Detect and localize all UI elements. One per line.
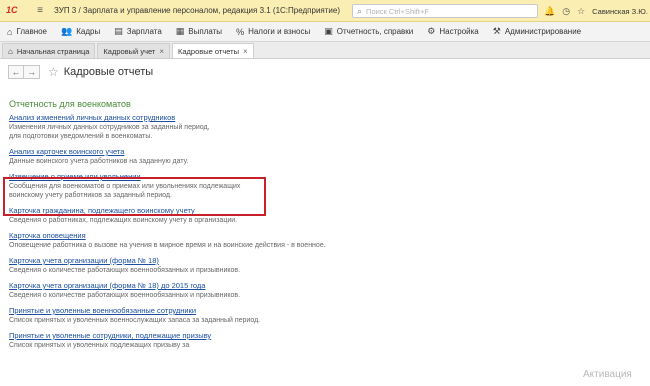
tab-home[interactable]: ⌂ Начальная страница — [2, 43, 96, 58]
report-description: Сведения о количестве работающих военноо… — [9, 292, 241, 299]
menu-item[interactable]: % Налоги и взносы — [229, 27, 317, 37]
menu-item[interactable]: ⚙ Настройка — [420, 26, 485, 37]
user-name[interactable]: Савинская З.Ю. (Сис — [592, 7, 650, 16]
report-item: Принятые и уволенные сотрудники, подлежа… — [9, 331, 609, 350]
report-link[interactable]: Карточка учета организации (форма № 18) … — [9, 281, 609, 291]
close-icon[interactable]: × — [159, 47, 164, 56]
report-link[interactable]: Карточка оповещения — [9, 231, 609, 241]
menu-item[interactable]: 👥 Кадры — [54, 26, 107, 37]
money-icon: ▤ — [114, 26, 123, 36]
percent-icon: % — [236, 26, 245, 37]
menu-item-label: Кадры — [76, 27, 101, 36]
tab-label: Кадровый учет — [103, 46, 156, 56]
forward-button[interactable]: → — [24, 65, 40, 79]
menu-item-label: Администрирование — [504, 27, 582, 36]
tools-icon: ⚒ — [492, 26, 501, 36]
menu-item[interactable]: ▤ Зарплата — [107, 26, 169, 37]
home-icon: ⌂ — [8, 46, 13, 56]
group-title: Отчетность для военкоматов — [9, 99, 131, 109]
menu-item[interactable]: ▦ Выплаты — [169, 26, 229, 37]
activation-watermark: Активация — [583, 369, 632, 380]
menu-icon[interactable]: ≡ — [34, 5, 46, 16]
tab-bar: ⌂ Начальная страница Кадровый учет × Кад… — [0, 42, 650, 59]
close-icon[interactable]: × — [243, 47, 248, 56]
title-bar: 1С ≡ ЗУП 3 / Зарплата и управление персо… — [0, 0, 650, 22]
search-placeholder: Поиск Ctrl+Shift+F — [366, 6, 429, 16]
report-list: Отчетность для военкоматов Анализ измене… — [9, 99, 609, 356]
page-header: ← → ☆ Кадровые отчеты — [8, 64, 153, 80]
tab-label: Начальная страница — [16, 46, 90, 56]
menu-item[interactable]: ⌂ Главное — [0, 27, 54, 37]
tab-hr-accounting[interactable]: Кадровый учет × — [97, 43, 171, 58]
gear-icon: ⚙ — [427, 26, 436, 36]
report-description: Изменения личных данных сотрудников за з… — [9, 124, 210, 140]
report-description: Список принятых и уволенных военнослужащ… — [9, 317, 261, 324]
report-link[interactable]: Карточка учета организации (форма № 18) — [9, 256, 609, 266]
report-description: Сведения о работниках, подлежащих воинск… — [9, 217, 238, 224]
report-item: Анализ карточек воинского учета Данные во… — [9, 147, 609, 166]
search-icon: ⌕ — [357, 5, 363, 16]
payout-icon: ▦ — [175, 26, 185, 36]
report-description: Сведения о количестве работающих военноо… — [9, 267, 241, 274]
menu-item-label: Настройка — [439, 27, 479, 36]
report-description: Оповещение работника о вызове на учения … — [9, 242, 326, 249]
report-description: Список принятых и уволенных подлежащих п… — [9, 342, 190, 349]
favorite-star-icon[interactable]: ☆ — [48, 65, 59, 79]
report-link[interactable]: Анализ карточек воинского учета — [9, 147, 609, 157]
tab-label: Кадровые отчеты — [178, 46, 240, 56]
search-input[interactable]: ⌕ Поиск Ctrl+Shift+F — [352, 4, 538, 18]
home-icon: ⌂ — [7, 26, 13, 37]
report-item: Карточка оповещения Оповещение работника … — [9, 231, 609, 250]
people-icon: 👥 — [61, 26, 73, 36]
report-item: Карточка учета организации (форма № 18) С… — [9, 256, 609, 275]
menu-item-label: Главное — [16, 27, 48, 36]
report-item: Карточка учета организации (форма № 18) … — [9, 281, 609, 300]
report-link[interactable]: Принятые и уволенные военнообязанные сот… — [9, 306, 609, 316]
report-link[interactable]: Анализ изменений личных данных сотрудник… — [9, 113, 609, 123]
reports-icon: ▣ — [324, 26, 333, 36]
menu-item[interactable]: ⚒ Администрирование — [486, 26, 588, 37]
star-icon[interactable]: ☆ — [577, 6, 585, 17]
section-menu: ⌂ Главное 👥 Кадры ▤ Зарплата ▦ Выплаты% Налоги и… — [0, 22, 650, 42]
highlight-frame — [3, 177, 266, 216]
back-button[interactable]: ← — [8, 65, 24, 79]
1c-logo: 1С — [6, 4, 18, 15]
report-description: Данные воинского учета работников на зад… — [9, 158, 189, 165]
bell-icon[interactable]: 🔔 — [544, 6, 555, 17]
menu-item[interactable]: ▣ Отчетность, справки — [317, 26, 420, 37]
menu-item-label: Зарплата — [126, 27, 162, 36]
app-title: ЗУП 3 / Зарплата и управление персоналом… — [54, 6, 340, 15]
report-link[interactable]: Принятые и уволенные сотрудники, подлежа… — [9, 331, 609, 341]
history-icon[interactable]: ◷ — [562, 6, 570, 17]
page-title: Кадровые отчеты — [63, 66, 154, 78]
report-item: Анализ изменений личных данных сотрудник… — [9, 113, 609, 141]
report-item: Принятые и уволенные военнообязанные сот… — [9, 306, 609, 325]
menu-item-label: Налоги и взносы — [248, 27, 311, 36]
tab-hr-reports[interactable]: Кадровые отчеты × — [172, 43, 254, 58]
menu-item-label: Выплаты — [188, 27, 223, 36]
menu-item-label: Отчетность, справки — [336, 27, 414, 36]
